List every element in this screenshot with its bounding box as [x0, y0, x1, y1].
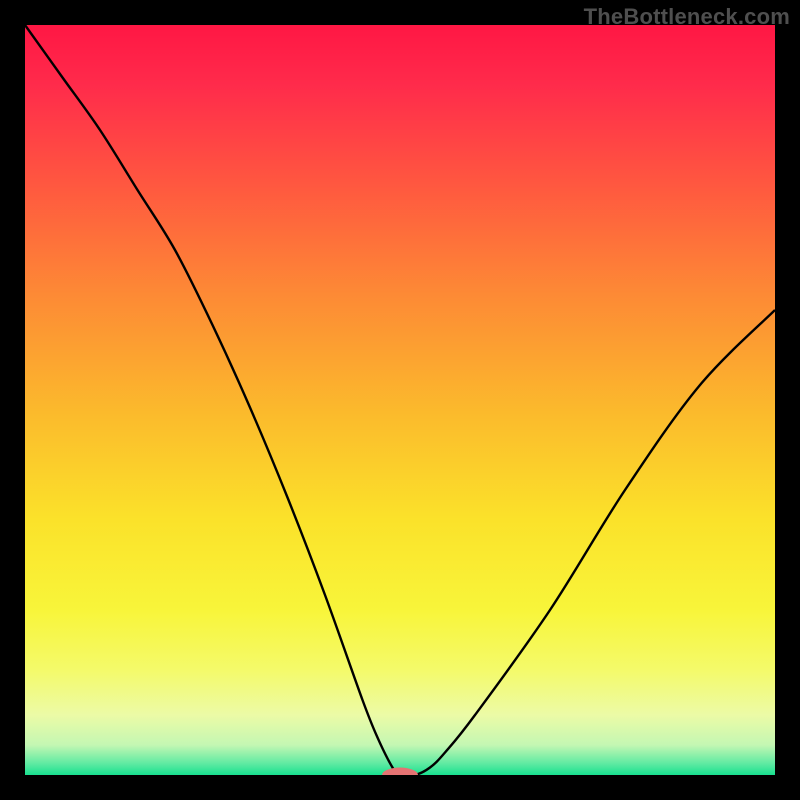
chart-background: [25, 25, 775, 775]
plot-area: [25, 25, 775, 775]
watermark-text: TheBottleneck.com: [584, 4, 790, 30]
bottleneck-chart: [25, 25, 775, 775]
app-frame: TheBottleneck.com: [0, 0, 800, 800]
